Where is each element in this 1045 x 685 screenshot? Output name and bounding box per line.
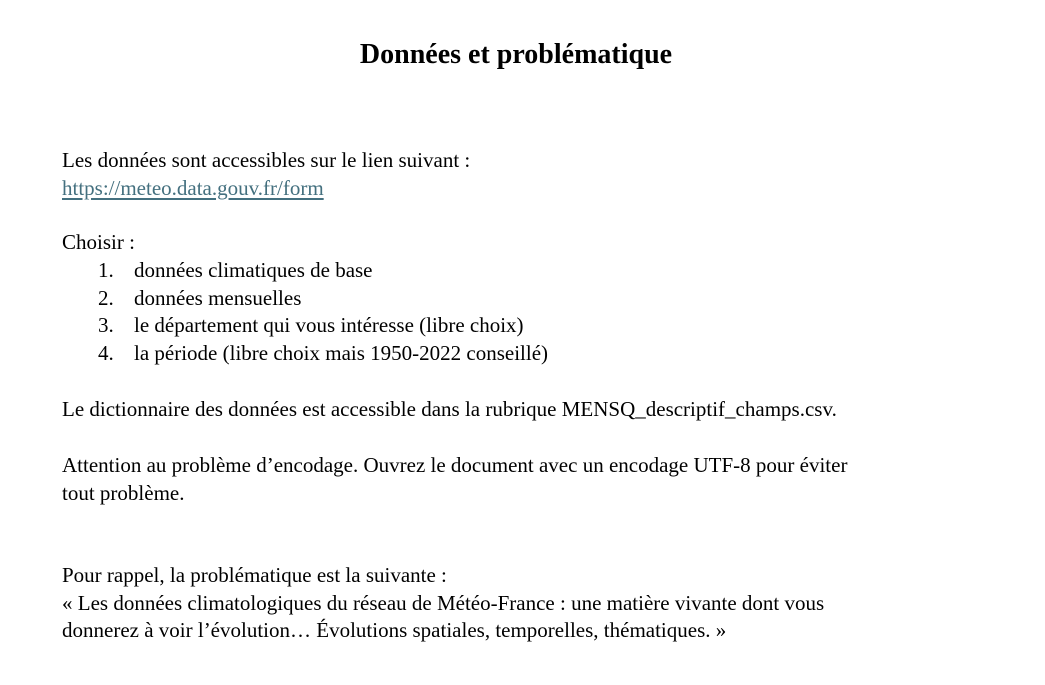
list-item: 2. données mensuelles [62, 285, 548, 313]
list-item-text: le département qui vous intéresse (libre… [134, 313, 524, 338]
list-item-number: 3. [98, 313, 114, 338]
dictionary-paragraph: Le dictionnaire des données est accessib… [62, 397, 837, 421]
list-item-number: 4. [98, 340, 114, 365]
reminder-text: Pour rappel, la problématique est la sui… [62, 563, 447, 587]
list-item-number: 2. [98, 285, 114, 310]
data-source-link[interactable]: https://meteo.data.gouv.fr/form [62, 176, 324, 200]
quote-text-line-1: « Les données climatologiques du réseau … [62, 590, 825, 615]
document-page: Données et problématique Les données son… [0, 0, 1045, 685]
page-title: Données et problématique [359, 39, 673, 70]
list-item: 4. la période (libre choix mais 1950-202… [62, 340, 548, 368]
list-item-text: la période (libre choix mais 1950-2022 c… [134, 340, 549, 365]
encoding-text-line-2: tout problème. [62, 480, 185, 505]
steps-list: 1. données climatiques de base 2. donnée… [62, 257, 548, 367]
list-item-text: données mensuelles [134, 285, 302, 310]
intro-text: Les données sont accessibles sur le lien… [62, 148, 471, 172]
encoding-text-line-1: Attention au problème d’encodage. Ouvrez… [62, 453, 848, 477]
intro-paragraph: Les données sont accessibles sur le lien… [62, 147, 1002, 202]
list-item: 1. données climatiques de base [62, 257, 548, 285]
problem-statement-paragraph: Pour rappel, la problématique est la sui… [62, 562, 1022, 645]
encoding-paragraph: Attention au problème d’encodage. Ouvrez… [62, 452, 1022, 507]
list-item: 3. le département qui vous intéresse (li… [62, 312, 548, 340]
list-item-number: 1. [98, 258, 114, 282]
choose-label: Choisir : [62, 230, 135, 254]
quote-text-line-2: donnerez à voir l’évolution… Évolutions … [62, 618, 727, 643]
list-item-text: données climatiques de base [134, 258, 373, 282]
